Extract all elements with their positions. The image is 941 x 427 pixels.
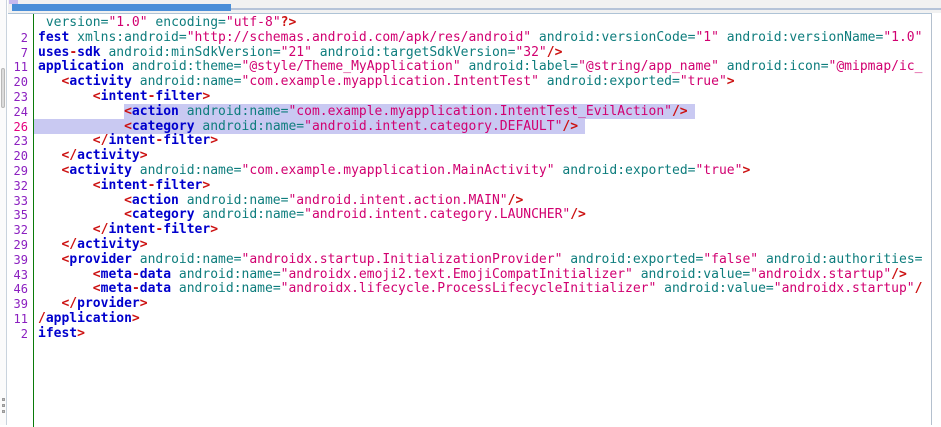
code-line[interactable]: </activity> xyxy=(38,149,931,164)
code-line[interactable]: </activity> xyxy=(38,238,931,253)
line-number: 32 xyxy=(8,223,33,238)
line-number-gutter: 271120232426232029323335322939434639112 xyxy=(8,14,34,427)
left-scrollbar-thumb[interactable] xyxy=(1,68,5,108)
line-number: 43 xyxy=(8,268,33,283)
code-area[interactable]: version="1.0" encoding="utf-8"?>fest xml… xyxy=(34,14,931,425)
line-number: 20 xyxy=(8,149,33,164)
code-line[interactable]: <category android:name="android.intent.c… xyxy=(38,208,931,223)
code-line[interactable]: <action android:name="com.example.myappl… xyxy=(38,105,931,120)
code-line[interactable]: <provider android:name="androidx.startup… xyxy=(38,253,931,268)
code-line[interactable]: /application> xyxy=(38,312,931,327)
horizontal-scrollbar-thumb[interactable] xyxy=(12,4,231,11)
code-line[interactable]: <intent-filter> xyxy=(38,90,931,105)
line-number: 29 xyxy=(8,238,33,253)
code-line[interactable]: uses-sdk android:minSdkVersion="21" andr… xyxy=(38,46,931,61)
code-line[interactable]: </provider> xyxy=(38,297,931,312)
line-number: 2 xyxy=(8,31,33,46)
code-line[interactable]: <activity android:name="com.example.myap… xyxy=(38,75,931,90)
line-number: 26 xyxy=(8,120,33,135)
line-number: 23 xyxy=(8,90,33,105)
horizontal-scrollbar[interactable] xyxy=(8,0,941,13)
horizontal-scrollbar-track[interactable] xyxy=(231,8,941,10)
code-line[interactable]: fest xmlns:android="http://schemas.andro… xyxy=(38,31,931,46)
splitter-grip-icon[interactable] xyxy=(2,398,5,401)
code-line[interactable]: <meta-data android:name="androidx.emoji2… xyxy=(38,268,931,283)
line-number: 20 xyxy=(8,75,33,90)
line-number: 35 xyxy=(8,208,33,223)
line-number xyxy=(8,16,33,31)
line-number: 11 xyxy=(8,312,33,327)
code-line[interactable]: <meta-data android:name="androidx.lifecy… xyxy=(38,282,931,297)
panel-splitter[interactable] xyxy=(0,0,7,425)
line-number: 46 xyxy=(8,282,33,297)
line-number: 39 xyxy=(8,297,33,312)
line-number: 2 xyxy=(8,327,33,342)
line-number: 32 xyxy=(8,179,33,194)
line-number: 33 xyxy=(8,194,33,209)
xml-code-editor[interactable]: 271120232426232029323335322939434639112 … xyxy=(8,13,932,425)
line-number: 7 xyxy=(8,46,33,61)
line-number: 39 xyxy=(8,253,33,268)
code-line[interactable]: <category android:name="android.intent.c… xyxy=(38,120,931,135)
code-line[interactable]: <activity android:name="com.example.myap… xyxy=(38,164,931,179)
code-line[interactable]: application android:theme="@style/Theme_… xyxy=(38,60,931,75)
code-line[interactable]: version="1.0" encoding="utf-8"?> xyxy=(38,16,931,31)
line-number: 23 xyxy=(8,134,33,149)
code-line[interactable]: <action android:name="android.intent.act… xyxy=(38,194,931,209)
splitter-grip-icon[interactable] xyxy=(2,410,5,413)
code-line[interactable]: </intent-filter> xyxy=(38,223,931,238)
xml-viewer-window: { "app": {"kind": "android-manifest-xml-… xyxy=(0,0,941,425)
line-number: 11 xyxy=(8,60,33,75)
line-number: 24 xyxy=(8,105,33,120)
line-number: 29 xyxy=(8,164,33,179)
code-line[interactable]: <intent-filter> xyxy=(38,179,931,194)
code-line[interactable]: ifest> xyxy=(38,327,931,342)
code-line[interactable]: </intent-filter> xyxy=(38,134,931,149)
splitter-grip-icon[interactable] xyxy=(2,404,5,407)
